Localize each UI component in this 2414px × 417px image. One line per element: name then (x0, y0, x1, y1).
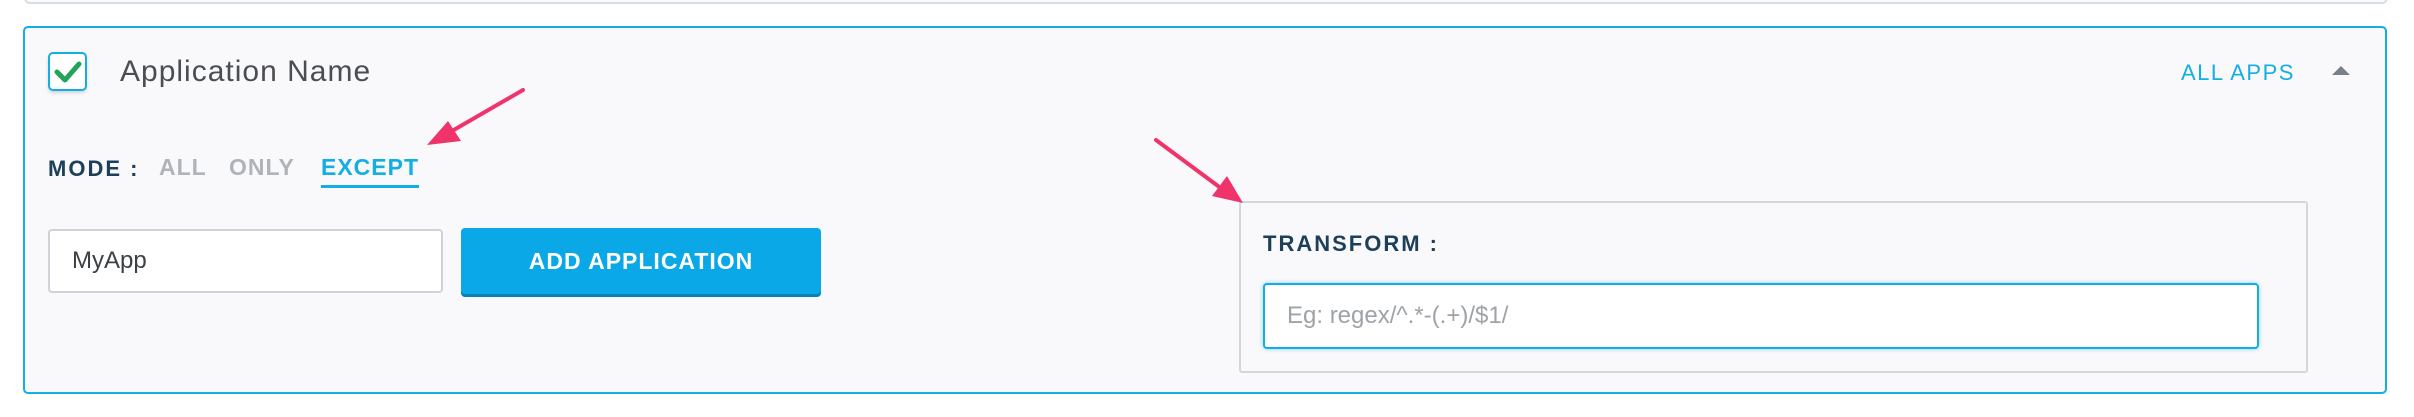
mode-option-all[interactable]: ALL (159, 152, 207, 182)
transform-box: TRANSFORM : (1239, 201, 2308, 373)
application-name-input[interactable] (48, 229, 443, 293)
previous-filter-card (24, 0, 2388, 4)
add-application-button[interactable]: ADD APPLICATION (461, 228, 821, 294)
section-title: Application Name (120, 55, 372, 88)
mode-option-only[interactable]: ONLY (229, 152, 295, 182)
transform-input[interactable] (1263, 283, 2259, 349)
caret-up-icon[interactable] (2332, 66, 2350, 75)
checkmark-icon (54, 61, 82, 83)
all-apps-link[interactable]: ALL APPS (2181, 58, 2295, 88)
enable-filter-checkbox[interactable] (48, 52, 87, 91)
transform-label: TRANSFORM : (1263, 231, 1439, 256)
mode-option-except[interactable]: EXCEPT (321, 152, 420, 188)
mode-label: MODE : (48, 156, 140, 181)
application-name-filter-panel: Application Name ALL APPS MODE : ALL ONL… (23, 26, 2387, 394)
